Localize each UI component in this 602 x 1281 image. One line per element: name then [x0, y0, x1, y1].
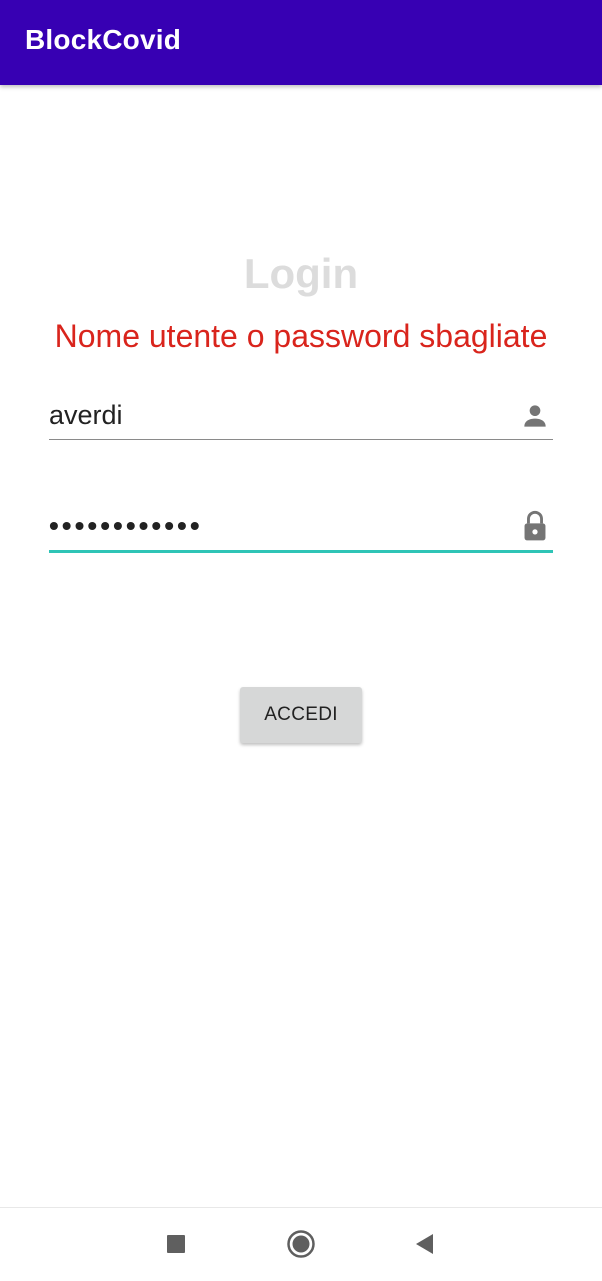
login-heading: Login — [243, 250, 359, 297]
app-bar: BlockCovid — [0, 0, 602, 85]
system-nav-bar — [0, 1207, 602, 1281]
lock-icon — [519, 509, 551, 541]
username-input[interactable] — [49, 392, 509, 438]
back-icon[interactable] — [406, 1226, 442, 1262]
recents-icon[interactable] — [158, 1226, 194, 1262]
password-field — [49, 503, 553, 553]
password-input[interactable] — [49, 503, 509, 549]
person-icon — [519, 400, 551, 432]
login-button[interactable]: ACCEDI — [240, 687, 362, 743]
app-title: BlockCovid — [25, 24, 182, 55]
error-message: Nome utente o password sbagliate — [54, 318, 548, 354]
username-field — [49, 392, 553, 440]
home-icon[interactable] — [283, 1226, 319, 1262]
